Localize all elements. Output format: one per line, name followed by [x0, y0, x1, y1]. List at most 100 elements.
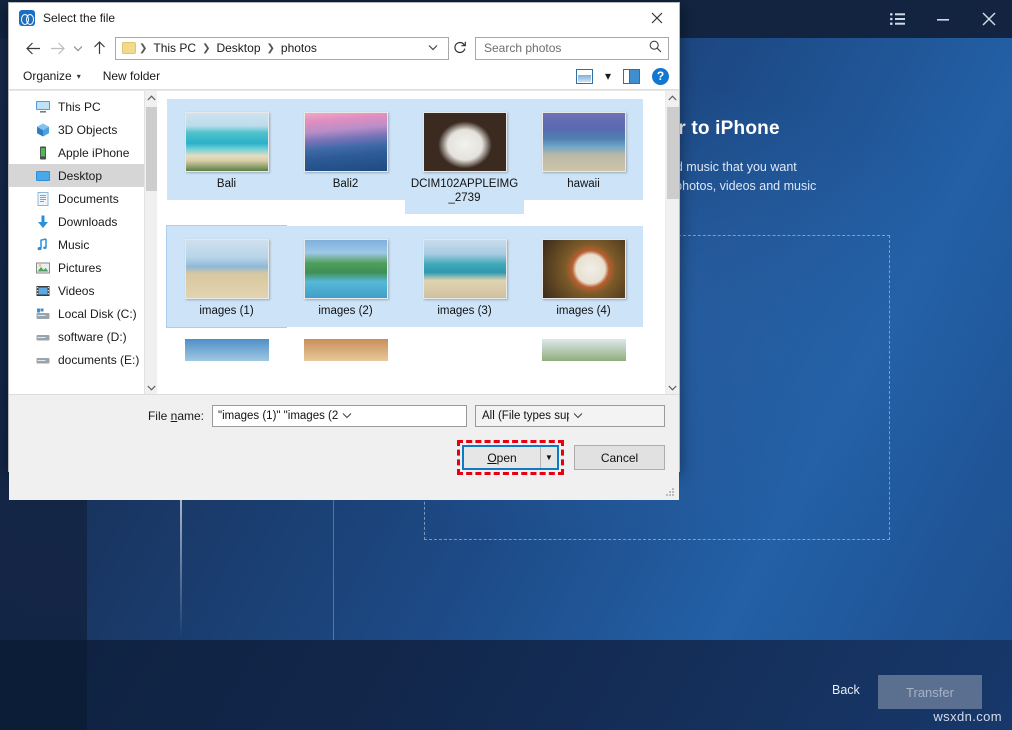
open-split-dropdown[interactable]: ▼: [540, 447, 557, 468]
list-item-partial[interactable]: [524, 339, 643, 361]
background-divider-a: [180, 478, 182, 638]
refresh-icon[interactable]: [449, 40, 471, 57]
file-grid: Bali Bali2 DCIM102APPLEIMG_2739 hawaii: [157, 91, 679, 339]
file-thumbnail: [185, 339, 269, 361]
sidebar-item-label: documents (E:): [58, 353, 139, 367]
view-layout-icon[interactable]: [576, 69, 593, 84]
sidebar-item-music[interactable]: Music: [9, 233, 157, 256]
sidebar-item-videos[interactable]: Videos: [9, 279, 157, 302]
file-name: Bali: [171, 177, 283, 191]
screen-root: Transfer File from Computer to iPhone Cl…: [0, 0, 1012, 730]
desktop-icon: [35, 168, 51, 184]
sidebar-item-label: Local Disk (C:): [58, 307, 137, 321]
tree-scroll-thumb[interactable]: [146, 107, 157, 191]
sidebar-item-local-disk-c[interactable]: Local Disk (C:): [9, 302, 157, 325]
list-item[interactable]: Bali2: [286, 99, 405, 200]
chevron-down-icon[interactable]: [569, 411, 660, 422]
navigation-tree: This PC 3D Objects Apple iPhone: [9, 91, 157, 394]
file-name-value: "images (1)" "images (2)" "images (3)" "…: [218, 410, 338, 422]
open-button[interactable]: Open ▼: [462, 445, 559, 470]
navigation-bar: ❯ This PC ❯ Desktop ❯ photos: [9, 33, 679, 63]
sidebar-item-this-pc[interactable]: This PC: [9, 95, 157, 118]
dialog-title: Select the file: [43, 11, 115, 25]
search-box[interactable]: [475, 37, 669, 60]
file-type-select[interactable]: All (File types supported by the: [475, 405, 665, 427]
list-item-partial[interactable]: [167, 339, 286, 361]
sidebar-item-documents-e[interactable]: documents (E:): [9, 348, 157, 371]
list-item-partial[interactable]: [405, 339, 524, 361]
file-list-scrollbar[interactable]: [665, 91, 679, 394]
sidebar-item-3d-objects[interactable]: 3D Objects: [9, 118, 157, 141]
sidebar-item-label: Downloads: [58, 215, 117, 229]
list-item[interactable]: images (3): [405, 226, 524, 327]
list-item-partial[interactable]: [286, 339, 405, 361]
help-icon[interactable]: ?: [652, 68, 669, 85]
sidebar-item-pictures[interactable]: Pictures: [9, 256, 157, 279]
recent-locations-icon[interactable]: [69, 36, 87, 60]
chevron-up-icon[interactable]: [666, 91, 679, 105]
list-item[interactable]: Bali: [167, 99, 286, 200]
minimize-icon[interactable]: [920, 0, 966, 38]
file-thumbnail: [304, 339, 388, 361]
background-app-footer-left: [0, 640, 87, 730]
resize-grip[interactable]: [666, 488, 675, 497]
file-name: images (3): [409, 304, 521, 318]
file-thumbnail: [542, 112, 626, 172]
file-list-scroll-thumb[interactable]: [667, 107, 679, 199]
address-bar[interactable]: ❯ This PC ❯ Desktop ❯ photos: [115, 37, 449, 60]
chevron-up-icon[interactable]: [145, 91, 157, 105]
phone-icon: [35, 145, 51, 161]
chevron-down-icon[interactable]: [421, 43, 445, 54]
folder-icon: [122, 42, 136, 54]
list-item[interactable]: images (2): [286, 226, 405, 327]
breadcrumb-photos[interactable]: photos: [276, 41, 322, 55]
breadcrumb-separator: ❯: [138, 43, 148, 54]
breadcrumb-separator: ❯: [266, 43, 276, 54]
list-item[interactable]: images (4): [524, 226, 643, 327]
new-folder-button[interactable]: New folder: [103, 69, 160, 83]
search-icon[interactable]: [649, 40, 662, 56]
search-input[interactable]: [482, 40, 649, 56]
breadcrumb-this-pc[interactable]: This PC: [148, 41, 201, 55]
forward-arrow-icon[interactable]: [45, 36, 69, 60]
file-name-label-post: ame:: [177, 409, 204, 423]
file-thumbnail: [185, 112, 269, 172]
close-icon[interactable]: [635, 3, 679, 33]
file-grid-partial-row: [157, 339, 679, 361]
sidebar-item-label: software (D:): [58, 330, 127, 344]
sidebar-item-software-d[interactable]: software (D:): [9, 325, 157, 348]
organize-button[interactable]: Organize ▾: [23, 69, 81, 83]
chevron-down-icon[interactable]: [338, 411, 462, 422]
close-icon[interactable]: [966, 0, 1012, 38]
file-name-label: File name:: [148, 409, 204, 423]
file-name-input[interactable]: "images (1)" "images (2)" "images (3)" "…: [212, 405, 467, 427]
up-arrow-icon[interactable]: [87, 36, 111, 60]
file-thumbnail: [304, 112, 388, 172]
chevron-down-icon[interactable]: [145, 381, 157, 394]
list-item[interactable]: hawaii: [524, 99, 643, 200]
watermark: wsxdn.com: [933, 709, 1002, 724]
cancel-button[interactable]: Cancel: [574, 445, 665, 470]
back-button[interactable]: Back: [832, 683, 860, 697]
file-name: images (4): [528, 304, 640, 318]
file-type-value: All (File types supported by the: [482, 410, 569, 422]
sidebar-item-documents[interactable]: Documents: [9, 187, 157, 210]
back-arrow-icon[interactable]: [21, 36, 45, 60]
preview-pane-icon[interactable]: [623, 69, 640, 84]
list-item[interactable]: images (1): [167, 226, 286, 327]
list-item[interactable]: DCIM102APPLEIMG_2739: [405, 99, 524, 214]
background-app-footer: [0, 640, 1012, 730]
list-icon[interactable]: [874, 0, 920, 38]
sidebar-item-desktop[interactable]: Desktop: [9, 164, 157, 187]
breadcrumb-desktop[interactable]: Desktop: [211, 41, 265, 55]
tree-scrollbar[interactable]: [144, 91, 157, 394]
sidebar-item-label: This PC: [58, 100, 101, 114]
sidebar-item-apple-iphone[interactable]: Apple iPhone: [9, 141, 157, 164]
sidebar-item-downloads[interactable]: Downloads: [9, 210, 157, 233]
file-name-row: File name: "images (1)" "images (2)" "im…: [9, 395, 679, 427]
view-chevron-down-icon[interactable]: ▾: [605, 69, 611, 83]
pictures-icon: [35, 260, 51, 276]
drive-icon: [35, 329, 51, 345]
transfer-button[interactable]: Transfer: [878, 675, 982, 709]
chevron-down-icon[interactable]: [666, 381, 679, 394]
